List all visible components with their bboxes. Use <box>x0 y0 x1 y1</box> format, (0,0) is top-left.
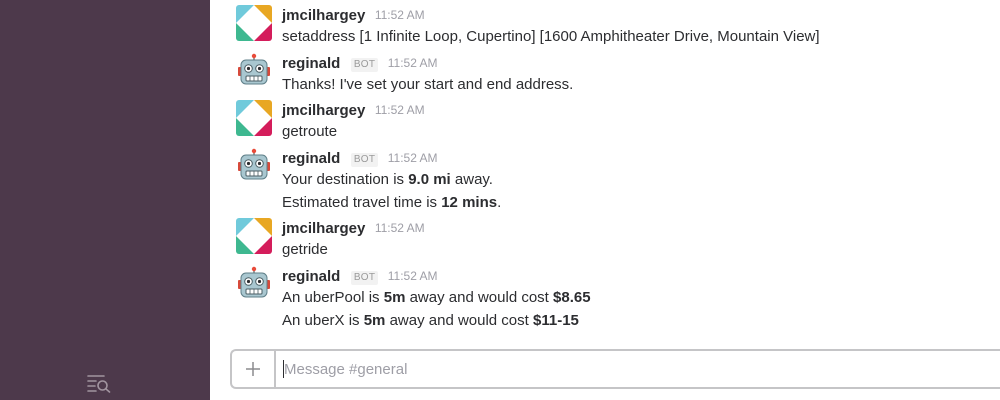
message-text: Your destination is 9.0 mi away. <box>282 168 990 191</box>
message-text: Estimated travel time is 12 mins. <box>282 191 990 214</box>
message-text: getroute <box>282 123 338 140</box>
text-span: Your destination is <box>282 171 409 188</box>
message-timestamp[interactable]: 11:52 AM <box>375 103 425 117</box>
message-author[interactable]: jmcilhargey <box>282 7 365 24</box>
search-list-icon[interactable] <box>87 373 113 393</box>
robot-avatar[interactable] <box>236 53 272 89</box>
text-span: An uberX is <box>282 312 364 329</box>
slack-logo-avatar[interactable] <box>236 5 272 41</box>
plus-icon <box>246 362 260 376</box>
sidebar <box>0 0 210 400</box>
message-timestamp[interactable]: 11:52 AM <box>375 221 425 235</box>
message-author[interactable]: reginald <box>282 55 340 72</box>
message-text: An uberX is 5m away and would cost $11-1… <box>282 309 990 332</box>
message-text: setaddress [1 Infinite Loop, Cupertino] … <box>282 28 820 45</box>
message-timestamp[interactable]: 11:52 AM <box>388 56 438 70</box>
message-text: Thanks! I've set your start and end addr… <box>282 76 574 93</box>
bold-text: $11-15 <box>533 312 579 329</box>
robot-avatar[interactable] <box>236 266 272 302</box>
bold-text: 5m <box>383 289 406 306</box>
text-span: An uberPool is <box>282 289 384 306</box>
message-pane: jmcilhargey 11:52 AM setaddress [1 Infin… <box>210 0 1000 400</box>
message-timestamp[interactable]: 11:52 AM <box>388 269 438 283</box>
message-author[interactable]: jmcilhargey <box>282 102 365 119</box>
message-author[interactable]: reginald <box>282 150 340 167</box>
bot-badge: BOT <box>350 153 379 167</box>
message-text: getride <box>282 241 328 258</box>
text-span: away and would cost <box>385 312 533 329</box>
text-caret <box>283 360 284 378</box>
bold-text: $8.65 <box>553 289 591 306</box>
text-span: away and would cost <box>405 289 554 306</box>
message-author[interactable]: jmcilhargey <box>282 220 365 237</box>
message-input[interactable] <box>280 351 988 387</box>
message-timestamp[interactable]: 11:52 AM <box>388 151 438 165</box>
bold-text: 12 mins <box>441 194 498 211</box>
robot-avatar[interactable] <box>236 148 272 184</box>
message-timestamp[interactable]: 11:52 AM <box>375 8 425 22</box>
text-span: away. <box>450 171 493 188</box>
slack-logo-avatar[interactable] <box>236 100 272 136</box>
bot-badge: BOT <box>350 58 379 72</box>
message-text: An uberPool is 5m away and would cost $8… <box>282 286 990 309</box>
message-author[interactable]: reginald <box>282 268 340 285</box>
bold-text: 5m <box>363 312 386 329</box>
slack-logo-avatar[interactable] <box>236 218 272 254</box>
bold-text: 9.0 mi <box>408 171 451 188</box>
attach-button[interactable] <box>232 351 276 387</box>
text-span: . <box>497 194 502 211</box>
bot-badge: BOT <box>350 271 379 285</box>
message-composer <box>230 349 1000 389</box>
text-span: Estimated travel time is <box>282 194 442 211</box>
